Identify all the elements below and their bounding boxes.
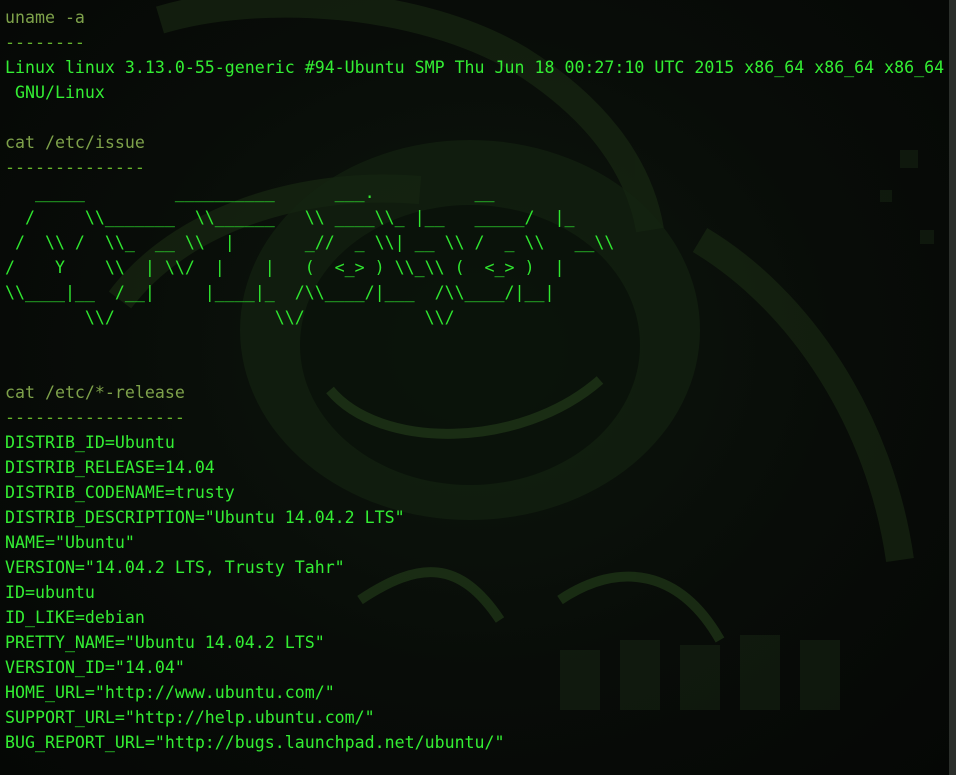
output-line: DISTRIB_ID=Ubuntu [5, 433, 175, 452]
output-line: DISTRIB_RELEASE=14.04 [5, 458, 215, 477]
output-line: HOME_URL="http://www.ubuntu.com/" [5, 683, 335, 702]
ascii-art-line: \\/ \\/ \\/ [5, 308, 455, 327]
scrollbar-track[interactable] [949, 0, 956, 775]
ascii-art-line: \\____|__ /__| |____|_ /\\____/|___ /\\_… [5, 283, 555, 302]
output-line: ID_LIKE=debian [5, 608, 145, 627]
output-line: DISTRIB_DESCRIPTION="Ubuntu 14.04.2 LTS" [5, 508, 405, 527]
output-line: ID=ubuntu [5, 583, 95, 602]
ascii-art-line: / \\ / \\_ __ \\ | _// _ \\| __ \\ / _ \… [5, 233, 615, 252]
ascii-art-line: / \\_______ \\______ \\ ____\\_ |__ ____… [5, 208, 575, 227]
command-line: cat /etc/*-release [5, 383, 185, 402]
separator-line: ------------------ [5, 408, 185, 427]
output-line: VERSION_ID="14.04" [5, 658, 185, 677]
terminal-window[interactable]: uname -a -------- Linux linux 3.13.0-55-ge… [0, 0, 956, 775]
terminal-output[interactable]: uname -a -------- Linux linux 3.13.0-55-ge… [5, 5, 944, 755]
command-line: uname -a [5, 8, 85, 27]
output-line: Linux linux 3.13.0-55-generic #94-Ubuntu… [5, 58, 945, 77]
scrollbar-thumb[interactable] [949, 0, 956, 775]
output-line: BUG_REPORT_URL="http://bugs.launchpad.ne… [5, 733, 505, 752]
command-line: cat /etc/issue [5, 133, 145, 152]
output-line: SUPPORT_URL="http://help.ubuntu.com/" [5, 708, 375, 727]
output-line: VERSION="14.04.2 LTS, Trusty Tahr" [5, 558, 345, 577]
output-line: DISTRIB_CODENAME=trusty [5, 483, 235, 502]
separator-line: -------------- [5, 158, 145, 177]
output-line: PRETTY_NAME="Ubuntu 14.04.2 LTS" [5, 633, 325, 652]
ascii-art-line: _____ __________ ___. __ [5, 183, 495, 202]
output-line: NAME="Ubuntu" [5, 533, 135, 552]
separator-line: -------- [5, 33, 85, 52]
output-line: GNU/Linux [5, 83, 105, 102]
ascii-art-line: / Y \\ | \\/ | | ( <_> ) \\_\\ ( <_> ) | [5, 258, 565, 277]
